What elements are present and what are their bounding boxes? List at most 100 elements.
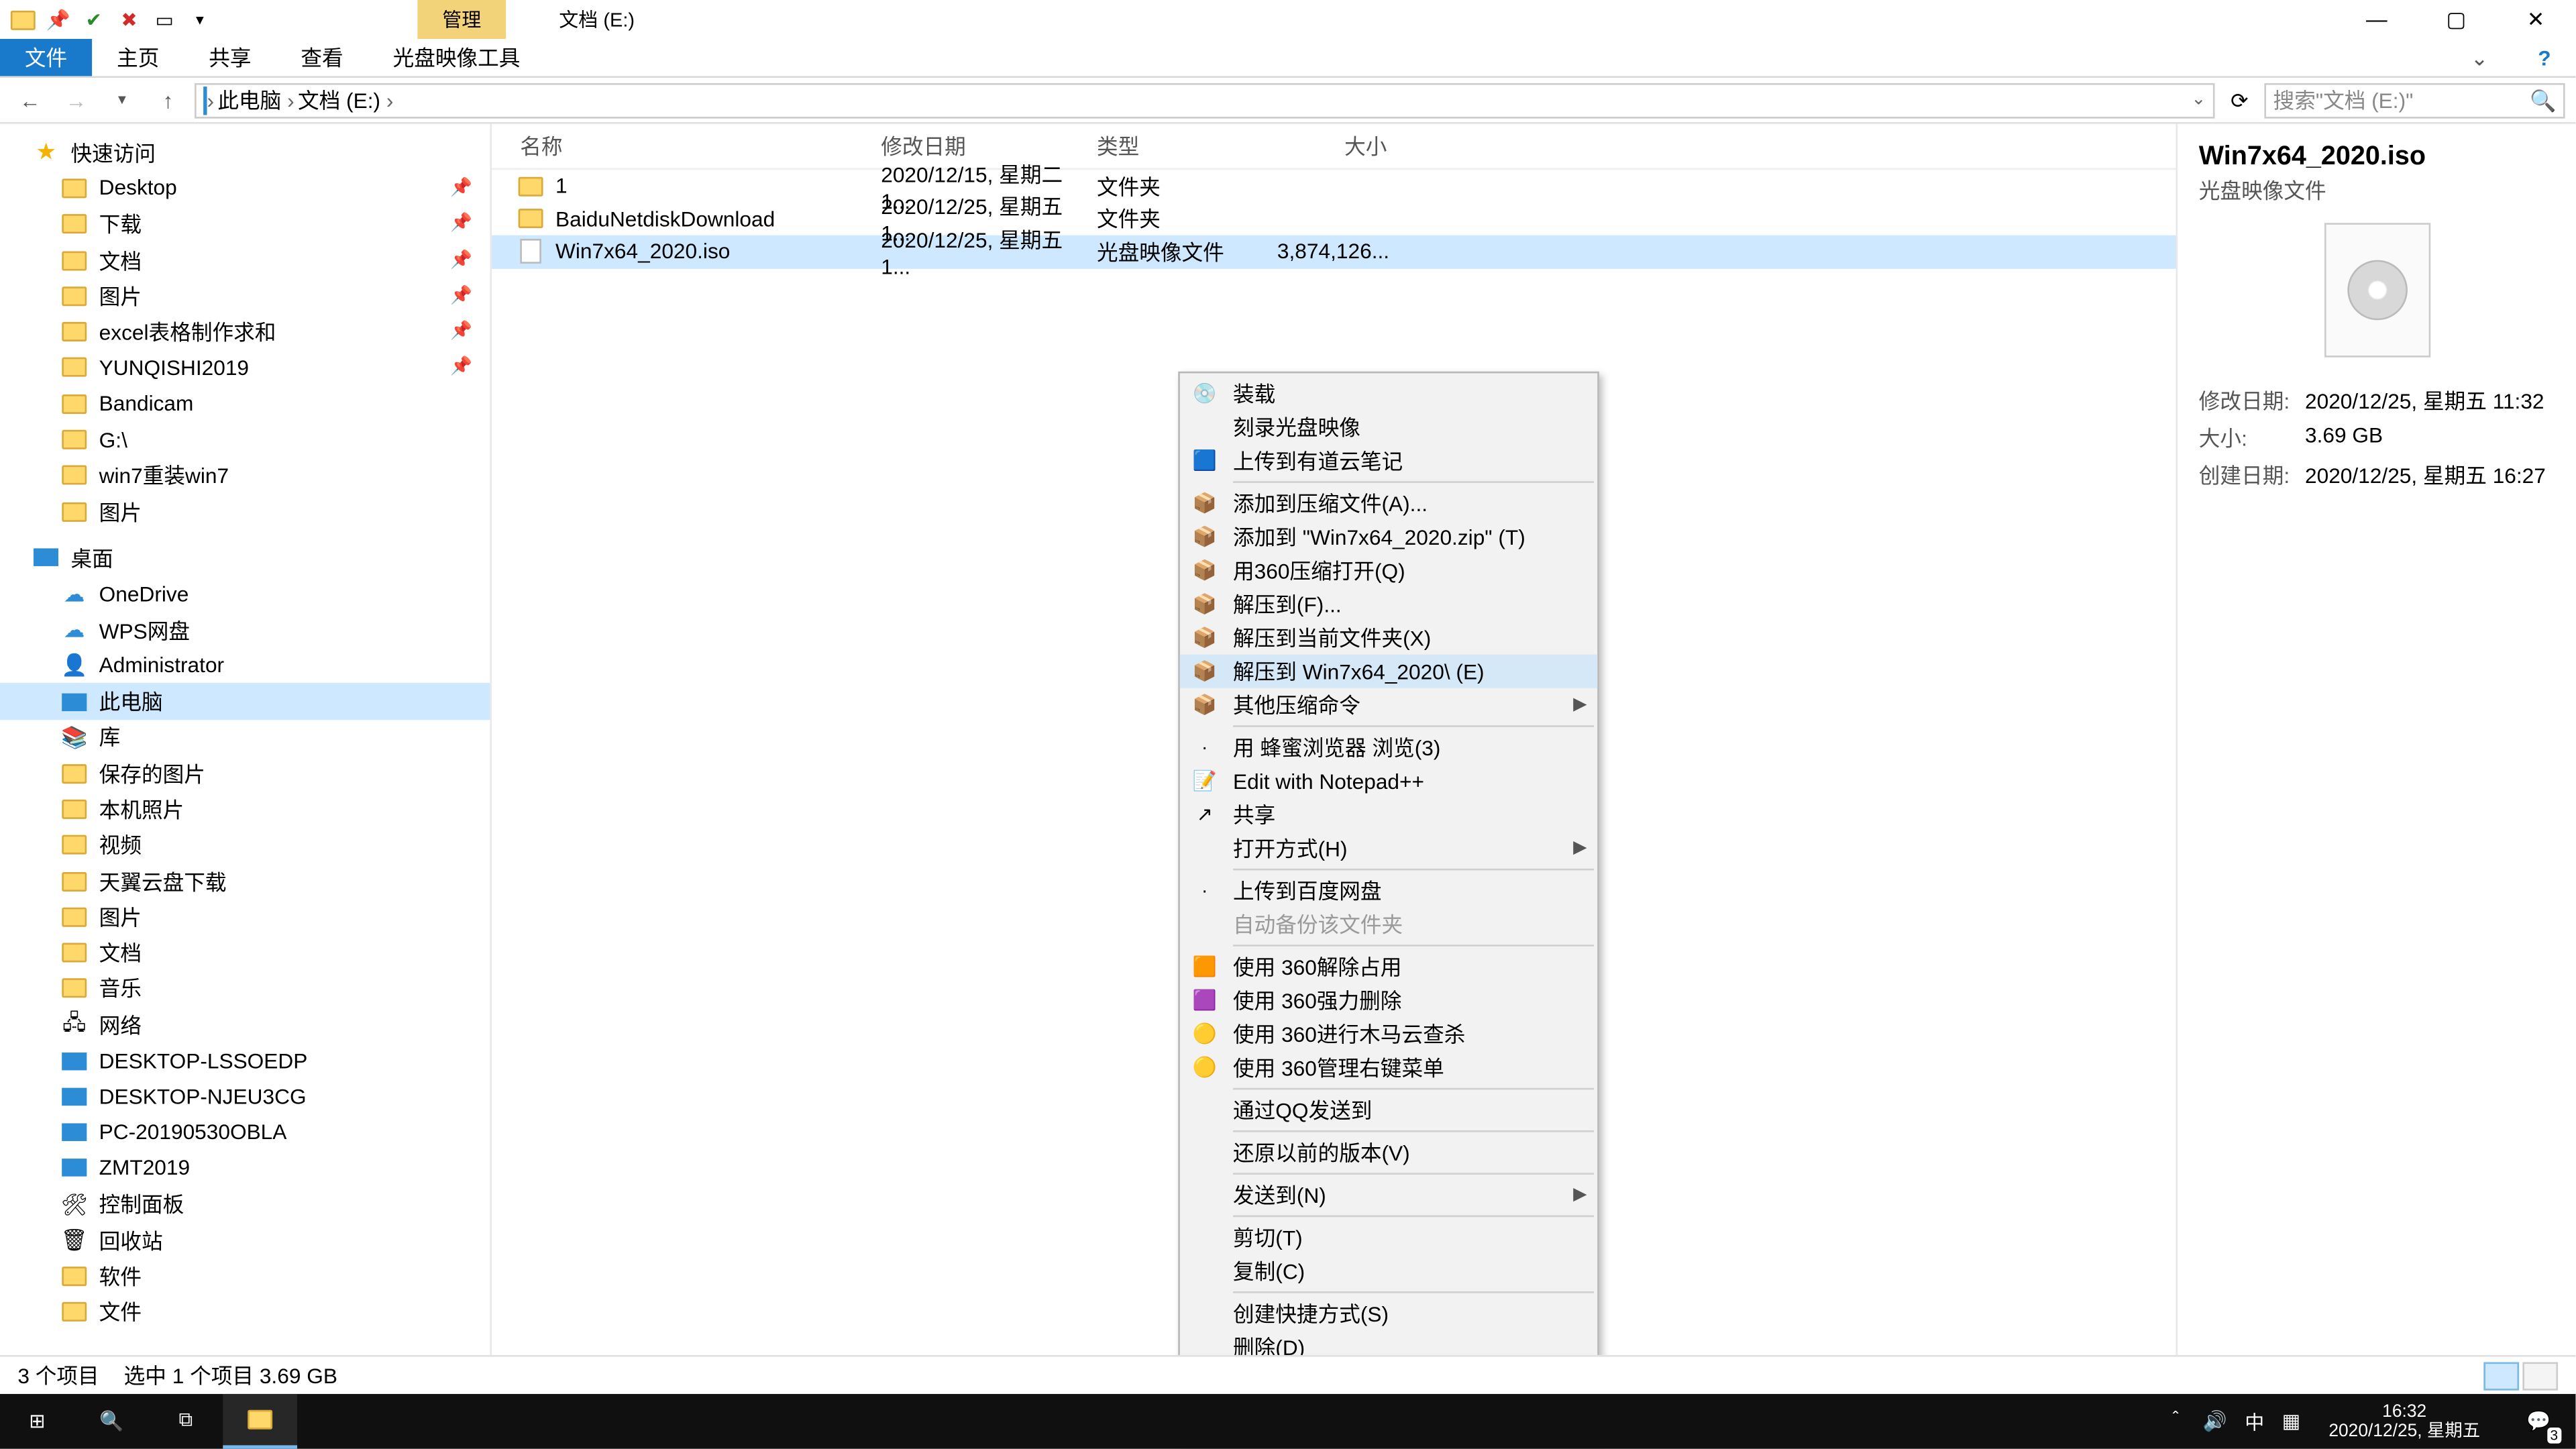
- task-view-button[interactable]: ⧉: [149, 1394, 223, 1449]
- file-row[interactable]: Win7x64_2020.iso2020/12/25, 星期五 1...光盘映像…: [492, 235, 2176, 268]
- qat-dropdown-icon[interactable]: ▾: [188, 7, 213, 32]
- nav-item[interactable]: ZMT2019: [0, 1150, 490, 1187]
- menu-item[interactable]: 还原以前的版本(V): [1180, 1136, 1597, 1169]
- ribbon-tab-file[interactable]: 文件: [0, 39, 92, 76]
- minimize-button[interactable]: —: [2337, 0, 2416, 39]
- nav-item[interactable]: 🗑回收站: [0, 1222, 490, 1258]
- search-box[interactable]: 搜索"文档 (E:)" 🔍: [2264, 83, 2565, 118]
- file-row[interactable]: BaiduNetdiskDownload2020/12/25, 星期五 1...…: [492, 203, 2176, 235]
- ribbon-tab-disc-tools[interactable]: 光盘映像工具: [368, 39, 545, 76]
- nav-item[interactable]: 视频: [0, 827, 490, 863]
- maximize-button[interactable]: ▢: [2416, 0, 2496, 39]
- nav-item[interactable]: 🖧网络: [0, 1007, 490, 1043]
- view-large-button[interactable]: [2522, 1361, 2558, 1389]
- nav-item[interactable]: ★快速访问: [0, 134, 490, 170]
- tray-ime-button[interactable]: 中: [2245, 1407, 2264, 1436]
- ribbon-expand-button[interactable]: ⌄: [2446, 39, 2513, 76]
- nav-item[interactable]: DESKTOP-NJEU3CG: [0, 1079, 490, 1115]
- nav-item[interactable]: 软件: [0, 1258, 490, 1294]
- nav-item[interactable]: 天翼云盘下载: [0, 863, 490, 900]
- menu-item[interactable]: 🟡使用 360进行木马云查杀: [1180, 1017, 1597, 1051]
- menu-item[interactable]: 📦添加到压缩文件(A)...: [1180, 486, 1597, 520]
- ribbon-tab-view[interactable]: 查看: [276, 39, 368, 76]
- start-button[interactable]: ⊞: [0, 1394, 74, 1449]
- nav-item[interactable]: YUNQISHI2019📌: [0, 350, 490, 386]
- nav-item[interactable]: G:\: [0, 422, 490, 458]
- menu-item[interactable]: 📦解压到(F)...: [1180, 587, 1597, 621]
- nav-item[interactable]: 📚库: [0, 720, 490, 756]
- nav-item[interactable]: 音乐: [0, 971, 490, 1007]
- qat-new-icon[interactable]: ▭: [152, 7, 177, 32]
- qat-check-icon[interactable]: ✔: [81, 7, 106, 32]
- nav-item[interactable]: 本机照片: [0, 792, 490, 828]
- menu-item[interactable]: 🟧使用 360解除占用: [1180, 950, 1597, 983]
- forward-button[interactable]: →: [56, 88, 95, 113]
- nav-item[interactable]: 保存的图片: [0, 755, 490, 792]
- nav-item[interactable]: ☁OneDrive: [0, 576, 490, 612]
- nav-item[interactable]: 此电脑: [0, 684, 490, 720]
- menu-item[interactable]: 通过QQ发送到: [1180, 1093, 1597, 1127]
- taskbar-clock[interactable]: 16:322020/12/25, 星期五: [2318, 1402, 2491, 1441]
- menu-item[interactable]: 刻录光盘映像: [1180, 411, 1597, 444]
- menu-item[interactable]: ·上传到百度网盘: [1180, 874, 1597, 908]
- menu-item[interactable]: ·用 蜂蜜浏览器 浏览(3): [1180, 731, 1597, 764]
- up-button[interactable]: ↑: [149, 88, 188, 113]
- menu-item[interactable]: 打开方式(H)▶: [1180, 831, 1597, 865]
- nav-item[interactable]: 下载📌: [0, 206, 490, 242]
- ribbon-tab-share[interactable]: 共享: [184, 39, 276, 76]
- menu-item[interactable]: 📦其他压缩命令▶: [1180, 688, 1597, 722]
- refresh-button[interactable]: ⟳: [2222, 88, 2257, 113]
- nav-item[interactable]: 图片📌: [0, 278, 490, 315]
- qat-close-icon[interactable]: ✖: [117, 7, 142, 32]
- view-details-button[interactable]: [2483, 1361, 2519, 1389]
- menu-item[interactable]: 📦解压到当前文件夹(X): [1180, 621, 1597, 655]
- nav-item[interactable]: 图片: [0, 494, 490, 530]
- col-date[interactable]: 修改日期: [881, 131, 1097, 161]
- qat-pin-icon[interactable]: 📌: [46, 7, 71, 32]
- nav-item[interactable]: Desktop📌: [0, 170, 490, 207]
- menu-item[interactable]: 📦添加到 "Win7x64_2020.zip" (T): [1180, 520, 1597, 553]
- menu-item[interactable]: 复制(C): [1180, 1254, 1597, 1288]
- menu-item[interactable]: 📝Edit with Notepad++: [1180, 764, 1597, 798]
- explorer-taskbar-button[interactable]: [223, 1394, 297, 1449]
- action-center-button[interactable]: 💬3: [2508, 1394, 2569, 1449]
- menu-item[interactable]: 📦解压到 Win7x64_2020\ (E): [1180, 655, 1597, 688]
- menu-item[interactable]: 创建快捷方式(S): [1180, 1297, 1597, 1330]
- nav-item[interactable]: excel表格制作求和📌: [0, 314, 490, 350]
- crumb-pc[interactable]: 此电脑: [217, 85, 294, 115]
- menu-item[interactable]: 剪切(T): [1180, 1221, 1597, 1254]
- crumb-drive[interactable]: 文档 (E:): [298, 85, 393, 115]
- tray-chevron-icon[interactable]: ＾: [2165, 1407, 2185, 1436]
- menu-item[interactable]: 🟡使用 360管理右键菜单: [1180, 1051, 1597, 1084]
- close-button[interactable]: ✕: [2496, 0, 2576, 39]
- nav-item[interactable]: 文件: [0, 1294, 490, 1330]
- tray-volume-icon[interactable]: 🔊: [2203, 1410, 2227, 1433]
- nav-item[interactable]: ☁WPS网盘: [0, 612, 490, 648]
- menu-item[interactable]: 发送到(N)▶: [1180, 1178, 1597, 1212]
- menu-item[interactable]: 📦用360压缩打开(Q): [1180, 553, 1597, 587]
- menu-item[interactable]: 🟦上传到有道云笔记: [1180, 444, 1597, 478]
- nav-item[interactable]: win7重装win7: [0, 458, 490, 494]
- nav-item[interactable]: 🛠控制面板: [0, 1186, 490, 1222]
- breadcrumb[interactable]: 此电脑 文档 (E:) ⌄: [195, 83, 2214, 118]
- path-dropdown-icon[interactable]: ⌄: [2191, 90, 2206, 109]
- menu-item[interactable]: 💿装载: [1180, 377, 1597, 411]
- nav-item[interactable]: DESKTOP-LSSOEDP: [0, 1042, 490, 1079]
- col-type[interactable]: 类型: [1097, 131, 1277, 161]
- col-name[interactable]: 名称: [492, 131, 881, 161]
- nav-item[interactable]: 文档: [0, 935, 490, 971]
- col-size[interactable]: 大小: [1277, 131, 1401, 161]
- search-taskbar-button[interactable]: 🔍: [74, 1394, 149, 1449]
- help-button[interactable]: ?: [2513, 39, 2575, 76]
- nav-item[interactable]: 👤Administrator: [0, 648, 490, 684]
- nav-item[interactable]: 桌面: [0, 540, 490, 576]
- menu-item[interactable]: 🟪使用 360强力删除: [1180, 983, 1597, 1017]
- tray-app-icon[interactable]: ▦: [2282, 1410, 2300, 1433]
- recent-dropdown[interactable]: ▾: [103, 90, 142, 109]
- nav-item[interactable]: PC-20190530OBLA: [0, 1114, 490, 1150]
- menu-item[interactable]: ↗共享: [1180, 798, 1597, 831]
- nav-item[interactable]: 图片: [0, 899, 490, 935]
- nav-item[interactable]: Bandicam: [0, 386, 490, 422]
- file-row[interactable]: 12020/12/15, 星期二 1...文件夹: [492, 170, 2176, 203]
- back-button[interactable]: ←: [11, 88, 50, 113]
